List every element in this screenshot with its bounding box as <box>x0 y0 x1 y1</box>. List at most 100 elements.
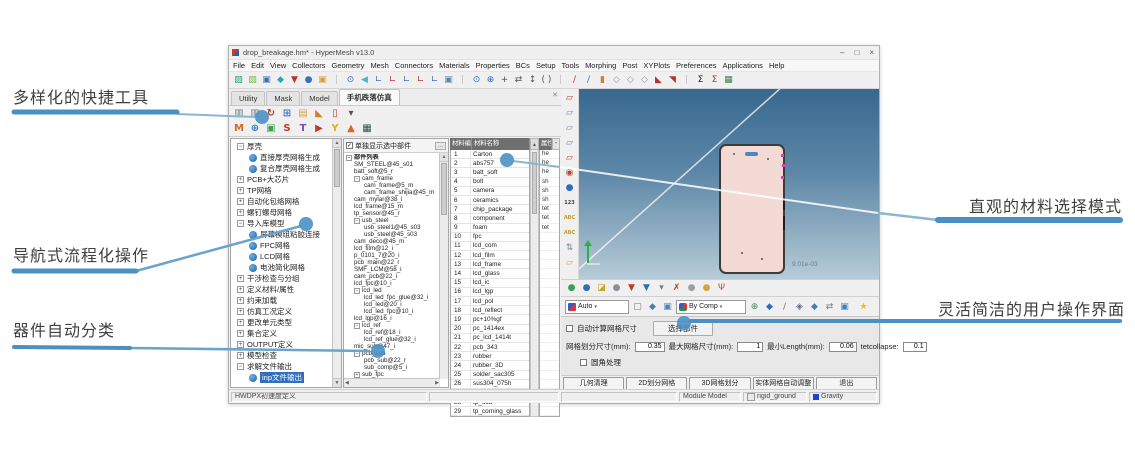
toolbar-icon[interactable]: ▦ <box>722 74 735 87</box>
material-row[interactable]: 25 solder_sac305 <box>451 371 529 380</box>
scroll-up-icon[interactable]: ▲ <box>530 138 539 150</box>
collapse-icon[interactable]: - <box>552 138 560 150</box>
workflow-tree-item[interactable]: inp文件输出 <box>231 372 333 383</box>
material-row[interactable]: 23 rubber <box>451 352 529 361</box>
material-row[interactable]: 14 lcd_glass <box>451 269 529 278</box>
shading-icon[interactable]: ▢ <box>631 300 644 313</box>
toolbar-icon[interactable]: ⊙ <box>344 74 357 87</box>
panel-tab[interactable]: Utility <box>231 91 265 105</box>
panel-tab[interactable]: Model <box>301 91 337 105</box>
toolbar-icon[interactable]: ◥ <box>666 74 679 87</box>
utility-icon[interactable]: ↻ <box>264 107 278 120</box>
parts-tree-item[interactable]: − lcd_ref <box>344 322 440 329</box>
parts-tree-item[interactable]: − usb_steel <box>344 217 440 224</box>
material-row[interactable]: 16 lcd_lgp <box>451 288 529 297</box>
workflow-tree-item[interactable]: + 干涉检查与分组 <box>231 273 333 284</box>
toolbar-icon[interactable]: ● <box>302 74 315 87</box>
toolbar-icon[interactable]: | <box>330 74 343 87</box>
material-row[interactable]: 24 rubber_3D <box>451 361 529 370</box>
material-row[interactable]: 7 chip_package <box>451 205 529 214</box>
workflow-tree-item[interactable]: + 仿真工况定义 <box>231 306 333 317</box>
materials-scrollbar[interactable] <box>530 150 539 417</box>
view-icon[interactable]: ● <box>685 282 698 295</box>
tree-expander-icon[interactable]: + <box>237 275 244 282</box>
menu-item[interactable]: Connectors <box>395 61 433 70</box>
utility-icon[interactable]: ▦ <box>360 122 374 135</box>
parts-tree-item[interactable]: pcb_main@22_r <box>344 259 440 266</box>
view-icon[interactable]: ● <box>700 282 713 295</box>
mesh-display-icon[interactable]: ◆ <box>763 300 776 313</box>
utility-icon[interactable]: S <box>280 122 294 135</box>
workflow-tree-item[interactable]: + TP网格 <box>231 185 333 196</box>
color-by-dropdown[interactable]: By Comp ▾ <box>676 300 746 314</box>
workflow-tree-item[interactable]: LCD网格 <box>231 251 333 262</box>
tree-expander-icon[interactable]: + <box>237 198 244 205</box>
tree-expander-icon[interactable]: + <box>237 187 244 194</box>
menu-item[interactable]: View <box>270 61 286 70</box>
menu-item[interactable]: Mesh <box>370 61 388 70</box>
toolbar-icon[interactable]: + <box>498 74 511 87</box>
toolbar-icon[interactable]: / <box>568 74 581 87</box>
parts-tree-item[interactable]: lcd_led_fpc@10_i <box>344 308 440 315</box>
menu-item[interactable]: Applications <box>722 61 762 70</box>
material-row[interactable]: 6 ceramics <box>451 196 529 205</box>
utility-icon[interactable]: ▯ <box>328 107 342 120</box>
tree-expander-icon[interactable]: + <box>237 352 244 359</box>
material-row[interactable]: 2 abs757 <box>451 159 529 168</box>
tree-expander-icon[interactable]: + <box>237 341 244 348</box>
tree-expander-icon[interactable]: − <box>237 143 244 150</box>
material-row[interactable]: 29 tp_corning_glass <box>451 407 529 416</box>
display-icon[interactable]: ▱ <box>563 107 576 119</box>
material-row[interactable]: 18 lcd_reflect <box>451 306 529 315</box>
workflow-tree-item[interactable]: + 定义材料/属性 <box>231 284 333 295</box>
toolbar-icon[interactable]: ◣ <box>652 74 665 87</box>
tree-expander-icon[interactable]: − <box>237 220 244 227</box>
parts-tree-item[interactable]: sub_comp@5_i <box>344 364 440 371</box>
workflow-tree-item[interactable]: + 自动化包络网格 <box>231 196 333 207</box>
tree-expander-icon[interactable]: − <box>354 218 360 224</box>
shading-icon[interactable]: ▣ <box>661 300 674 313</box>
parts-tree-item[interactable]: cam_mylar@38_i <box>344 196 440 203</box>
workflow-tree-item[interactable]: + PCB+大芯片 <box>231 174 333 185</box>
material-row[interactable]: 22 pcb_343 <box>451 343 529 352</box>
workflow-tree-item[interactable]: + 螺钉螺母网格 <box>231 207 333 218</box>
tree-expander-icon[interactable]: + <box>237 319 244 326</box>
parts-tree-item[interactable]: − 部件列表 <box>344 154 440 161</box>
phone-model[interactable] <box>719 144 785 274</box>
toolbar-icon[interactable]: | <box>456 74 469 87</box>
workflow-tree-item[interactable]: + 集合定义 <box>231 328 333 339</box>
parts-tree-item[interactable]: cam_deco@45_m <box>344 238 440 245</box>
material-row[interactable]: 9 foam <box>451 224 529 233</box>
mesh-display-icon[interactable]: ◈ <box>793 300 806 313</box>
tree-expander-icon[interactable]: − <box>354 176 360 182</box>
utility-icon[interactable]: ▤ <box>296 107 310 120</box>
workflow-tree-item[interactable]: + 更改单元类型 <box>231 317 333 328</box>
toolbar-icon[interactable]: ▣ <box>260 74 273 87</box>
toolbar-icon[interactable]: ▮ <box>596 74 609 87</box>
parts-tree-item[interactable]: − lcd_led <box>344 287 440 294</box>
shading-icon[interactable]: ◆ <box>646 300 659 313</box>
material-row[interactable]: 5 camera <box>451 187 529 196</box>
toolbar-icon[interactable]: | <box>554 74 567 87</box>
menu-item[interactable]: Help <box>769 61 784 70</box>
material-row[interactable]: 12 lcd_film <box>451 251 529 260</box>
menu-item[interactable]: Tools <box>562 61 580 70</box>
view-icon[interactable]: ▼ <box>625 282 638 295</box>
mesh-display-icon[interactable]: ▣ <box>838 300 851 313</box>
display-icon[interactable]: ● <box>563 182 576 194</box>
toolbar-icon[interactable]: ∟ <box>414 74 427 87</box>
tree-expander-icon[interactable]: + <box>237 330 244 337</box>
auto-mesh-size-checkbox[interactable] <box>566 325 573 332</box>
view-icon[interactable]: ● <box>610 282 623 295</box>
display-icon[interactable]: ⇅ <box>563 242 576 254</box>
utility-icon[interactable]: Y <box>328 122 342 135</box>
panel-tab[interactable]: Mask <box>266 91 300 105</box>
tree-expander-icon[interactable]: + <box>237 209 244 216</box>
mesh-display-icon[interactable]: ⊕ <box>748 300 761 313</box>
menu-item[interactable]: Collectors <box>292 61 325 70</box>
display-icon[interactable]: ◉ <box>563 167 576 179</box>
tree-expander-icon[interactable]: − <box>354 323 360 329</box>
tree-expander-icon[interactable]: − <box>354 288 360 294</box>
workflow-tree-item[interactable]: + 模型检查 <box>231 350 333 361</box>
toolbar-icon[interactable]: ▼ <box>288 74 301 87</box>
